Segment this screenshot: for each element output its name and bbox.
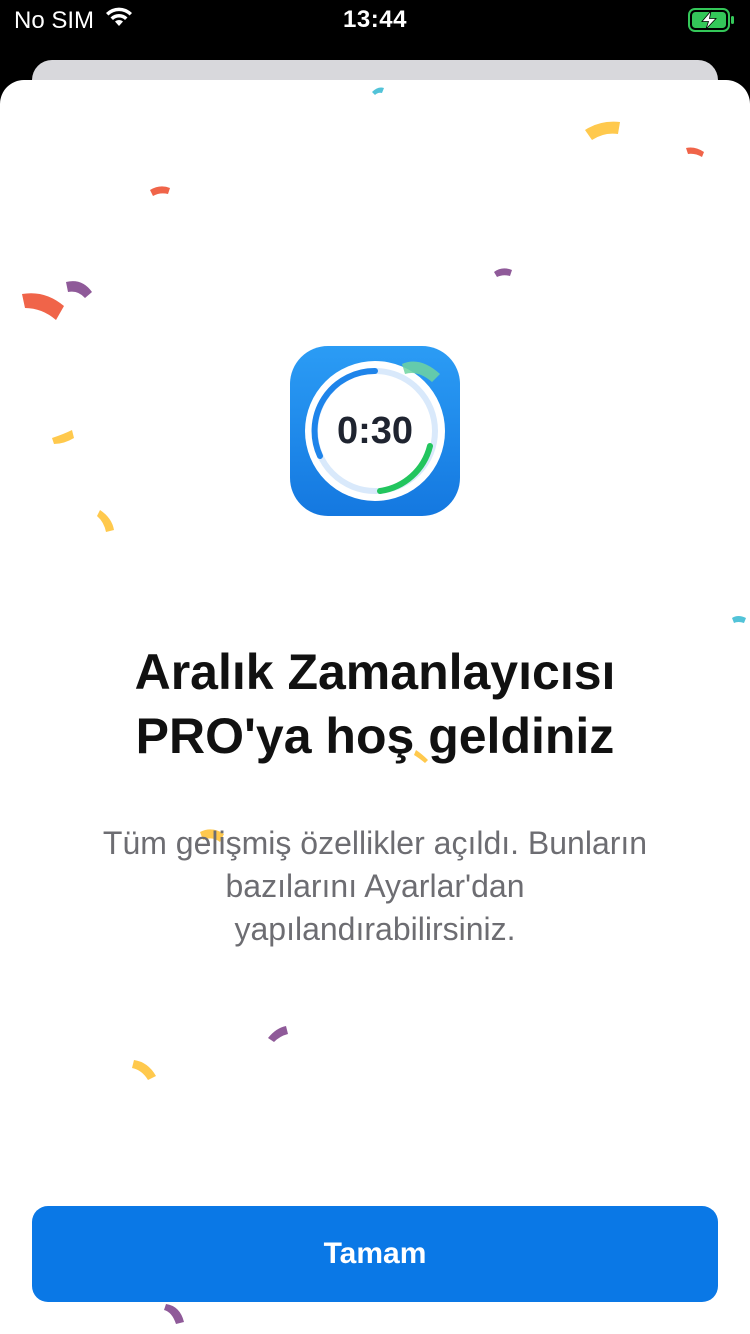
welcome-subtitle-line3: yapılandırabilirsiniz. bbox=[234, 911, 516, 947]
welcome-title-line2: PRO'ya hoş geldiniz bbox=[135, 708, 615, 764]
welcome-subtitle-line1: Tüm gelişmiş özellikler açıldı. Bunların bbox=[102, 825, 648, 861]
icon-timer-label: 0:30 bbox=[336, 409, 414, 452]
welcome-title-line1: Aralık Zamanlayıcısı bbox=[134, 644, 616, 700]
welcome-subtitle-line2: bazılarını Ayarlar'dan bbox=[225, 868, 525, 904]
status-time: 13:44 bbox=[343, 6, 407, 33]
welcome-subtitle: Tüm gelişmiş özellikler açıldı. Bunların… bbox=[60, 822, 690, 951]
status-bar: No SIM 13:44 bbox=[0, 0, 750, 40]
welcome-title: Aralık Zamanlayıcısı PRO'ya hoş geldiniz bbox=[40, 640, 710, 768]
battery-charging-icon bbox=[688, 8, 736, 37]
interval-timer-app-icon: 0:30 bbox=[290, 346, 460, 516]
ok-button[interactable]: Tamam bbox=[32, 1206, 718, 1302]
welcome-sheet: 0:30 Aralık Zamanlayıcısı PRO'ya hoş gel… bbox=[0, 80, 750, 1334]
